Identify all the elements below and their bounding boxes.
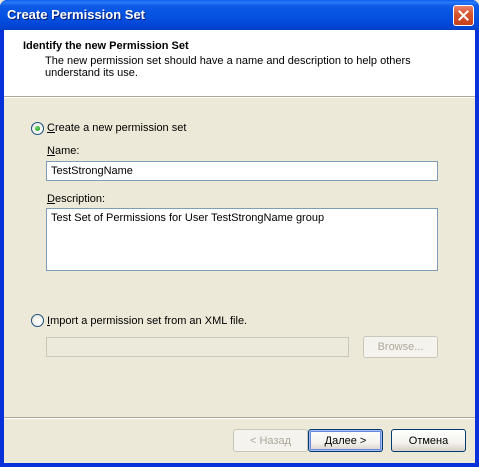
import-label[interactable]: Import a permission set from an XML file… bbox=[47, 315, 247, 327]
header-divider bbox=[4, 97, 475, 98]
next-button[interactable]: Далее > bbox=[308, 429, 383, 452]
description-textarea[interactable]: Test Set of Permissions for User TestStr… bbox=[46, 208, 438, 271]
cancel-button[interactable]: Отмена bbox=[391, 429, 466, 452]
close-icon bbox=[458, 10, 469, 21]
create-new-label[interactable]: Create a new permission set bbox=[47, 122, 186, 134]
description-label: Description: bbox=[47, 193, 105, 205]
browse-button[interactable]: Browse... bbox=[363, 336, 438, 358]
title-bar[interactable]: Create Permission Set bbox=[0, 0, 479, 30]
import-label-text: mport a permission set from an XML file. bbox=[50, 315, 248, 327]
import-path-input[interactable] bbox=[46, 337, 349, 357]
dialog-window: Create Permission Set Identify the new P… bbox=[0, 0, 479, 467]
wizard-header: Identify the new Permission Set The new … bbox=[4, 30, 475, 97]
close-button[interactable] bbox=[453, 5, 474, 26]
wizard-header-description: The new permission set should have a nam… bbox=[45, 55, 411, 79]
name-label-text: ame: bbox=[54, 145, 80, 157]
footer-divider bbox=[4, 417, 475, 419]
description-label-text: escription: bbox=[54, 193, 106, 205]
import-radio[interactable] bbox=[31, 314, 44, 327]
dialog-body: Identify the new Permission Set The new … bbox=[4, 30, 475, 463]
name-label: Name: bbox=[47, 145, 79, 157]
name-input[interactable]: TestStrongName bbox=[46, 161, 438, 181]
create-new-label-accesskey: C bbox=[47, 122, 55, 134]
window-title: Create Permission Set bbox=[7, 7, 146, 22]
back-button[interactable]: < Назад bbox=[233, 429, 308, 452]
description-label-accesskey: D bbox=[47, 193, 55, 205]
name-label-accesskey: N bbox=[47, 145, 55, 157]
create-new-radio[interactable] bbox=[31, 122, 44, 135]
wizard-header-title: Identify the new Permission Set bbox=[23, 40, 189, 52]
create-new-label-text: reate a new permission set bbox=[54, 122, 187, 134]
